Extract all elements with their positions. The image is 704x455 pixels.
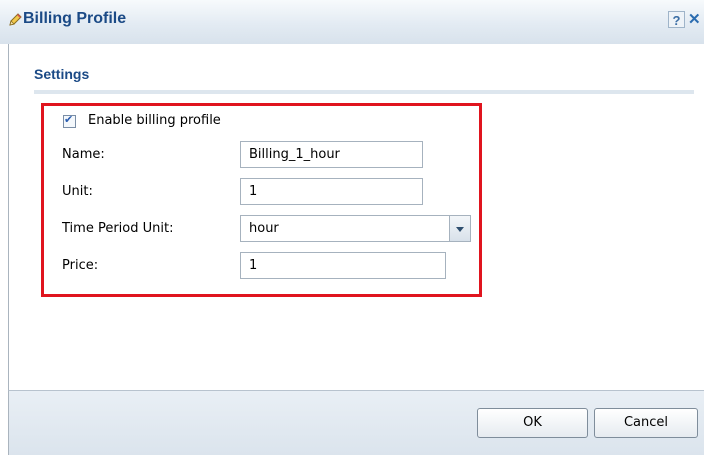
chevron-down-icon [456, 227, 464, 232]
pencil-icon [7, 12, 23, 28]
unit-label: Unit: [62, 184, 93, 199]
price-label: Price: [62, 258, 99, 273]
time-period-select[interactable]: hour [240, 215, 450, 242]
name-label: Name: [62, 147, 105, 162]
cancel-button[interactable]: Cancel [594, 408, 698, 438]
name-input[interactable]: Billing_1_hour [240, 141, 423, 168]
section-divider [34, 90, 694, 94]
time-period-label: Time Period Unit: [62, 221, 174, 236]
enable-billing-label: Enable billing profile [88, 113, 221, 128]
price-input[interactable]: 1 [240, 252, 446, 279]
help-button[interactable]: ? [668, 11, 685, 28]
settings-section-title: Settings [34, 66, 90, 82]
ok-button[interactable]: OK [477, 408, 588, 438]
checkmark-icon: ✔ [64, 113, 74, 126]
dialog-titlebar: Billing Profile ? ✕ [0, 0, 704, 44]
dropdown-arrow-button[interactable] [449, 215, 471, 242]
dialog-title: Billing Profile [23, 10, 127, 27]
unit-input[interactable]: 1 [240, 178, 423, 205]
enable-billing-checkbox[interactable]: ✔ [63, 113, 76, 128]
close-button[interactable]: ✕ [688, 11, 704, 28]
